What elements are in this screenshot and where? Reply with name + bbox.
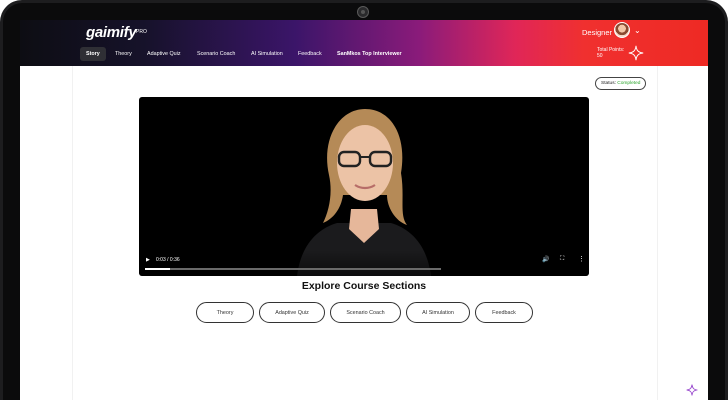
tab-adaptive-quiz[interactable]: Adaptive Quiz: [147, 47, 181, 61]
section-button-scenario-coach[interactable]: Scenario Coach: [330, 302, 401, 323]
role-label[interactable]: Designer: [582, 28, 612, 37]
section-button-adaptive-quiz[interactable]: Adaptive Quiz: [259, 302, 325, 323]
more-vertical-icon[interactable]: ⋮: [578, 255, 585, 263]
tab-scenario-coach[interactable]: Scenario Coach: [197, 47, 235, 61]
play-icon[interactable]: ▶: [146, 257, 150, 263]
video-time: 0:03 / 0:36: [156, 257, 180, 263]
section-button-feedback[interactable]: Feedback: [475, 302, 533, 323]
points-value: 50: [597, 53, 603, 59]
video-progress-fill: [145, 268, 170, 270]
status-badge: Status: Completed: [595, 77, 647, 90]
tab-top-interviewer[interactable]: SanMkos Top Interviewer: [337, 47, 402, 61]
sparkle-icon[interactable]: [686, 384, 698, 396]
header: gaimify PRO Designer ⌄ Story Theory Adap…: [20, 20, 708, 66]
tab-theory[interactable]: Theory: [115, 47, 132, 61]
fullscreen-icon[interactable]: ⛶: [560, 256, 564, 263]
brand-logo[interactable]: gaimify: [86, 24, 137, 41]
chevron-down-icon[interactable]: ⌄: [634, 26, 641, 35]
tab-feedback[interactable]: Feedback: [298, 47, 322, 61]
section-title: Explore Course Sections: [301, 280, 427, 292]
screen: gaimify PRO Designer ⌄ Story Theory Adap…: [20, 20, 708, 400]
status-value: Completed: [617, 81, 641, 86]
volume-icon[interactable]: 🔊: [542, 256, 549, 263]
tab-story[interactable]: Story: [80, 47, 106, 61]
total-points: Total Points: 50: [597, 47, 624, 59]
brand-badge: PRO: [136, 29, 147, 35]
video-progress-bar[interactable]: [145, 268, 441, 270]
section-button-ai-simulation[interactable]: AI Simulation: [406, 302, 470, 323]
status-label: Status:: [601, 81, 616, 86]
section-button-theory[interactable]: Theory: [196, 302, 254, 323]
camera-icon: [357, 6, 369, 18]
video-player[interactable]: ▶ 0:03 / 0:36 🔊 ⛶ ⋮: [139, 97, 589, 276]
sparkle-icon: [628, 45, 644, 61]
video-controls: [139, 250, 589, 276]
header-top-row: gaimify PRO Designer ⌄: [20, 20, 708, 42]
tab-ai-simulation[interactable]: AI Simulation: [251, 47, 283, 61]
avatar[interactable]: [614, 22, 630, 38]
